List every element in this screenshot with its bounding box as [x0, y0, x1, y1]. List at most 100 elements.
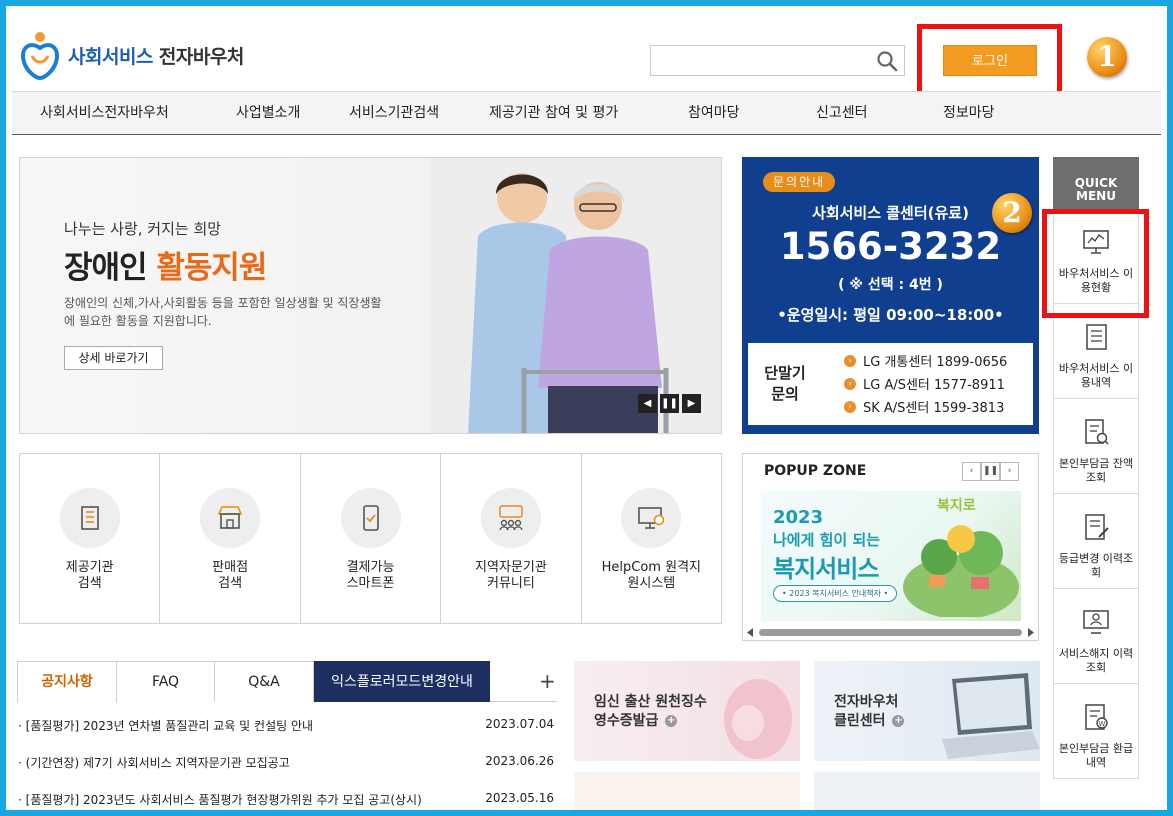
nav-item-agency-search[interactable]: 서비스기관검색	[349, 92, 439, 134]
popup-year: 2023	[773, 507, 824, 528]
popup-brand: 복지로	[937, 498, 976, 514]
remote-support-icon	[638, 507, 665, 529]
nav-item-report-center[interactable]: 신고센터	[816, 92, 868, 134]
document-edit-icon	[1085, 514, 1109, 540]
arrow-bullet-icon: ›	[844, 400, 856, 413]
notice-title: [품질평가] 2023년도 사회서비스 품질평가 현장평가위원 추가 모집 공고…	[25, 793, 422, 807]
logo-sub-text: 전자바우처	[158, 45, 244, 68]
service-community[interactable]: 지역자문기관 커뮤니티	[441, 454, 582, 623]
promo-tax-receipt[interactable]: 임신 출산 원천징수 영수증발급 +	[574, 661, 800, 761]
banner-prev-icon[interactable]: ◀	[638, 394, 657, 413]
nav-item-voucher[interactable]: 사회서비스전자바우처	[40, 92, 169, 134]
banner-title: 장애인 활동지원	[64, 242, 267, 287]
service-helpcom[interactable]: HelpCom 원격지원시스템	[582, 454, 721, 623]
terminal-inquiry-box: 단말기 문의 › LG 개통센터 1899-0656 › LG A/S센터 1577…	[748, 343, 1033, 425]
popup-pause-icon[interactable]: ❚❚	[981, 462, 1000, 481]
promo-line-2: 영수증발급	[594, 713, 659, 729]
quick-item-balance-inquiry[interactable]: 본인부담금 잔액조회	[1053, 399, 1139, 494]
callcenter-phone: 1566-3232	[779, 225, 1002, 268]
popup-next-icon[interactable]: ›	[1000, 462, 1019, 481]
logo-mark-icon	[21, 32, 59, 80]
pregnant-woman-illustration	[724, 679, 792, 759]
popup-prev-icon[interactable]: ‹	[962, 462, 981, 481]
nav-item-business[interactable]: 사업별소개	[236, 92, 300, 134]
document-list-icon	[1086, 324, 1107, 350]
banner-people-illustration	[430, 158, 721, 433]
terminal-contact-text: LG 개통센터 1899-0656	[863, 355, 1008, 370]
service-label: 제공기관 검색	[65, 560, 114, 591]
callcenter-hours: •운영일시: 평일 09:00~18:00•	[777, 306, 1004, 324]
popup-village-illustration	[903, 525, 1019, 617]
notice-item[interactable]: · [품질평가] 2023년 연차별 품질관리 교육 및 컨설팅 안내 2023…	[18, 717, 558, 737]
terminal-contact-item: › LG A/S센터 1577-8911	[844, 372, 1007, 395]
banner-pause-icon[interactable]: ❚❚	[660, 394, 679, 413]
search-icon[interactable]	[876, 50, 898, 72]
service-label: 결제가능 스마트폰	[346, 560, 395, 591]
terminal-contact-list: › LG 개통센터 1899-0656 › LG A/S센터 1577-8911 ›…	[844, 349, 1007, 418]
smartphone-icon	[362, 505, 379, 531]
document-won-icon: W	[1085, 704, 1108, 730]
nav-item-participation[interactable]: 참여마당	[688, 92, 740, 134]
laptop-illustration	[942, 673, 1040, 759]
banner-next-icon[interactable]: ▶	[682, 394, 701, 413]
arrow-bullet-icon: ›	[844, 354, 856, 367]
quick-item-grade-history[interactable]: 등급변경 이력조회	[1053, 494, 1139, 589]
service-label: 판매점 검색	[212, 560, 249, 591]
svg-text:W: W	[1099, 720, 1106, 728]
main-navigation: 사회서비스전자바우처 사업별소개 서비스기관검색 제공기관 참여 및 평가 참여…	[12, 91, 1161, 135]
logo-main-text: 사회서비스	[68, 45, 153, 68]
promo-card-partial	[574, 772, 800, 810]
terminal-contact-item: › LG 개통센터 1899-0656	[844, 349, 1007, 372]
nav-item-participation-evaluation[interactable]: 제공기관 참여 및 평가	[489, 92, 618, 134]
popup-scrollbar[interactable]	[747, 628, 1034, 637]
quick-item-label: 서비스해지 이력조회	[1058, 647, 1134, 674]
arrow-bullet-icon: ›	[844, 377, 856, 390]
store-icon	[217, 506, 243, 529]
quick-item-label: 바우처서비스 이용내역	[1058, 362, 1134, 389]
tab-faq[interactable]: FAQ	[116, 661, 215, 702]
popup-headline-2: 복지서비스	[773, 555, 879, 583]
quick-item-refund-history[interactable]: W 본인부담금 환급내역	[1053, 684, 1139, 779]
banner-detail-button[interactable]: 상세 바로가기	[64, 346, 163, 370]
quick-highlight-box	[1042, 209, 1149, 318]
site-logo[interactable]: 사회서비스 전자바우처	[18, 30, 244, 80]
service-agency-search[interactable]: 제공기관 검색	[20, 454, 161, 623]
monitor-user-icon	[1083, 610, 1109, 634]
service-smartphone[interactable]: 결제가능 스마트폰	[301, 454, 442, 623]
tab-notice[interactable]: 공지사항	[17, 661, 117, 703]
service-store-search[interactable]: 판매점 검색	[160, 454, 301, 623]
notice-title: [품질평가] 2023년 연차별 품질관리 교육 및 컨설팅 안내	[25, 719, 314, 733]
community-icon	[499, 505, 523, 531]
notice-tabs: 공지사항 FAQ Q&A 익스플로러모드변경안내 +	[17, 661, 557, 703]
annotation-number-1: 1	[1087, 37, 1127, 77]
banner-subtitle: 나누는 사랑, 커지는 희망	[64, 220, 222, 238]
annotation-number-2: 2	[992, 193, 1032, 233]
popup-guide-pill: • 2023 복지서비스 안내책자 •	[773, 585, 898, 602]
promo-clean-center[interactable]: 전자바우처 클린센터 +	[814, 661, 1040, 761]
tab-explorer-mode[interactable]: 익스플로러모드변경안내	[314, 661, 490, 702]
notice-date: 2023.06.26	[485, 754, 554, 768]
nav-item-information[interactable]: 정보마당	[943, 92, 995, 134]
plus-circle-icon: +	[892, 715, 905, 727]
notice-item[interactable]: · [품질평가] 2023년도 사회서비스 품질평가 현장평가위원 추가 모집 …	[18, 791, 558, 811]
quick-item-cancel-history[interactable]: 서비스해지 이력조회	[1053, 589, 1139, 684]
popup-banner[interactable]: 복지로 2023 나에게 힘이 되는 복지서비스 • 2023 복지서비스 안내…	[761, 491, 1021, 621]
promo-line-1: 전자바우처	[834, 694, 899, 710]
building-icon	[80, 506, 99, 530]
service-label: HelpCom 원격지원시스템	[601, 560, 701, 591]
popup-headline-1: 나에게 힘이 되는	[773, 531, 881, 549]
terminal-contact-item: › SK A/S센터 1599-3813	[844, 395, 1007, 418]
main-banner: 나누는 사랑, 커지는 희망 장애인 활동지원 장애인의 신체,가사,사회활동 …	[19, 157, 722, 434]
banner-title-accent: 활동지원	[156, 250, 267, 286]
notice-date: 2023.07.04	[485, 717, 554, 731]
notice-more-button[interactable]: +	[539, 669, 556, 693]
terminal-contact-text: LG A/S센터 1577-8911	[863, 378, 1005, 393]
search-input[interactable]	[650, 45, 905, 76]
callcenter-select-info: ( ※ 선택 : 4번 )	[838, 277, 943, 293]
notice-item[interactable]: · (기간연장) 제7기 사회서비스 지역자문기관 모집공고 2023.06.2…	[18, 754, 558, 774]
quick-item-label: 본인부담금 잔액조회	[1058, 457, 1134, 484]
quick-menu-title: QUICK MENU	[1053, 157, 1139, 209]
quick-item-voucher-history[interactable]: 바우처서비스 이용내역	[1053, 304, 1139, 399]
tab-qna[interactable]: Q&A	[214, 661, 314, 702]
login-button[interactable]: 로그인	[943, 45, 1037, 76]
